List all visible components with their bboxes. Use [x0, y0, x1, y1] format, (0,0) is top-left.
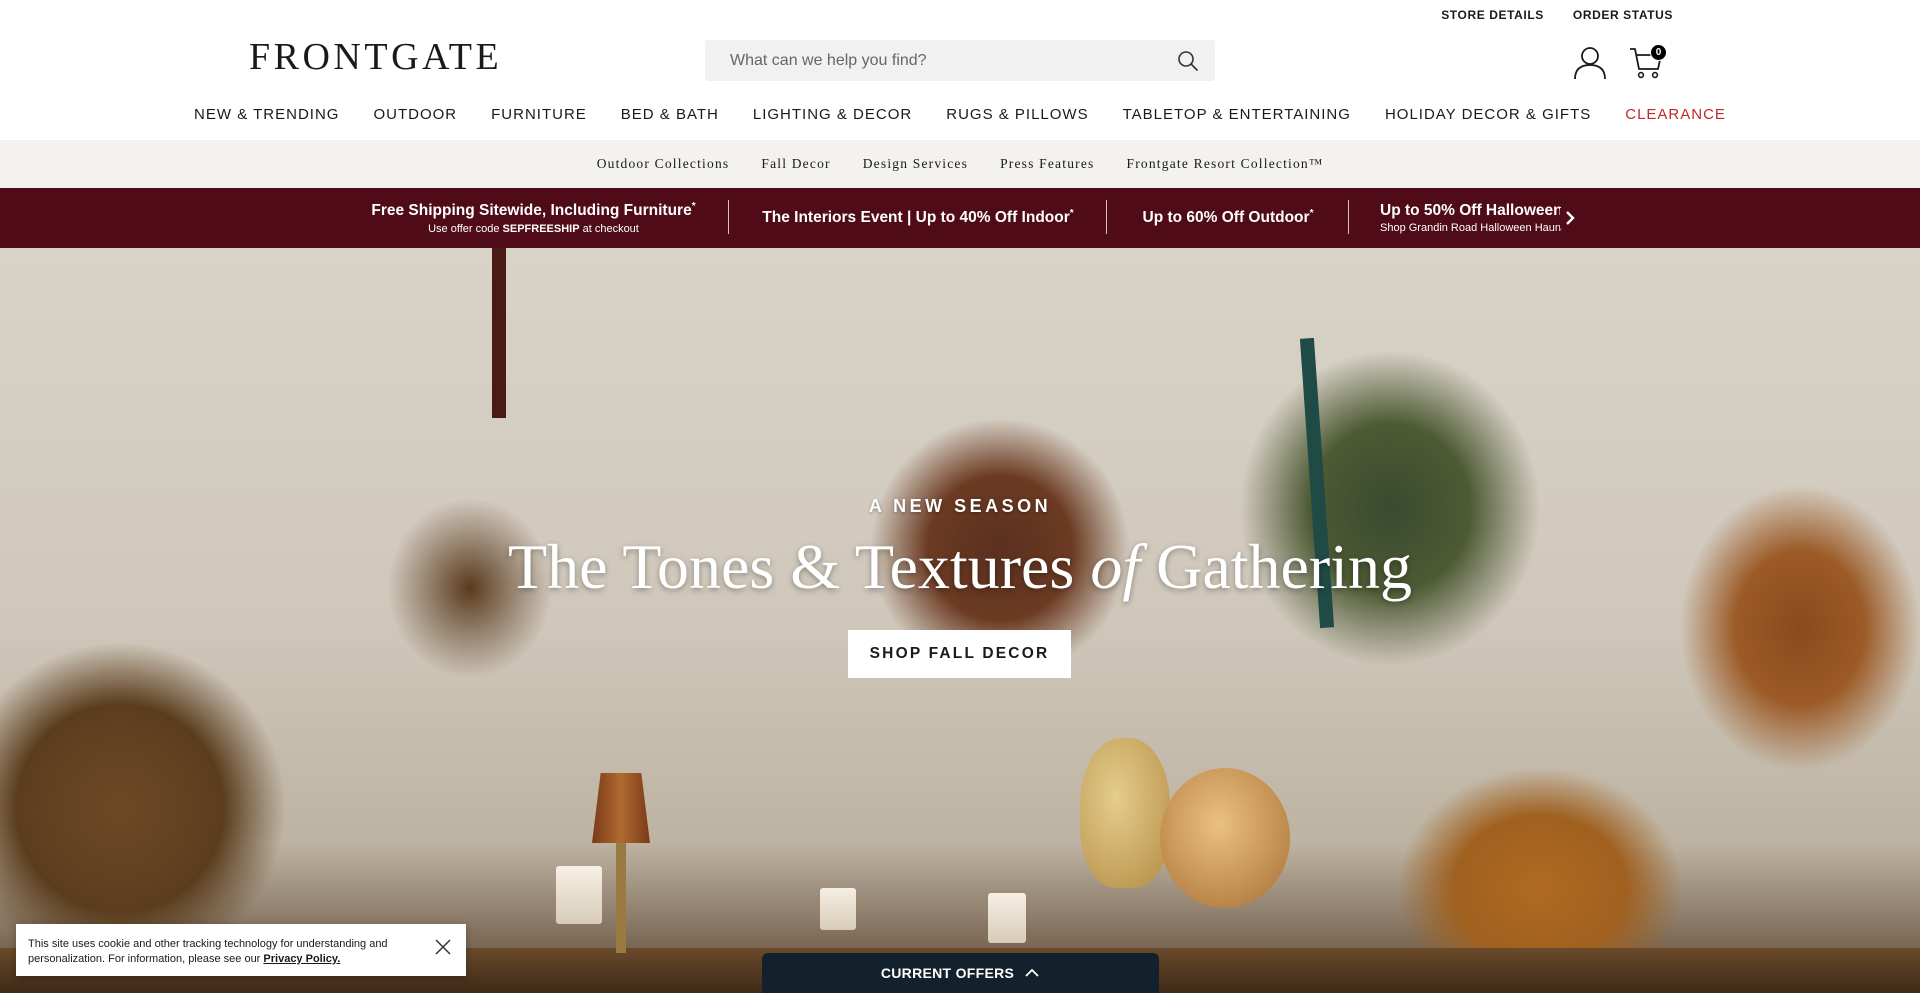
nav-rugs-pillows[interactable]: RUGS & PILLOWS — [929, 106, 1105, 123]
nav-bed-bath[interactable]: BED & BATH — [604, 106, 736, 123]
subnav-fall-decor[interactable]: Fall Decor — [761, 156, 830, 172]
hero-image-candle — [556, 866, 602, 924]
hero-image-candle — [988, 893, 1026, 943]
hero-image-ribbon — [492, 248, 506, 418]
hero-image-candle — [820, 888, 856, 930]
current-offers-tab[interactable]: CURRENT OFFERS — [762, 953, 1159, 993]
main-nav: NEW & TRENDING OUTDOOR FURNITURE BED & B… — [0, 106, 1920, 123]
subnav-resort-collection[interactable]: Frontgate Resort Collection™ — [1127, 156, 1324, 172]
promo-bar: Free Shipping Sitewide, Including Furnit… — [0, 188, 1920, 248]
search-input[interactable] — [730, 51, 1175, 70]
nav-tabletop-entertaining[interactable]: TABLETOP & ENTERTAINING — [1106, 106, 1368, 123]
promo-halloween-subtext: Shop Grandin Road Halloween Haunt — [1380, 222, 1562, 234]
hero-image-glass-pumpkin — [1080, 738, 1170, 888]
cookie-banner: This site uses cookie and other tracking… — [16, 924, 466, 976]
promo-free-shipping-subtext: Use offer code SEPFREESHIP at checkout — [428, 222, 639, 235]
promo-free-shipping-headline: Free Shipping Sitewide, Including Furnit… — [371, 201, 696, 220]
promo-interiors-event[interactable]: The Interiors Event | Up to 40% Off Indo… — [760, 188, 1076, 248]
account-icon[interactable] — [1572, 44, 1608, 80]
nav-holiday-decor-gifts[interactable]: HOLIDAY DECOR & GIFTS — [1368, 106, 1608, 123]
subnav-press-features[interactable]: Press Features — [1000, 156, 1094, 172]
promo-outdoor[interactable]: Up to 60% Off Outdoor* — [1138, 188, 1318, 248]
chevron-right-icon[interactable] — [1560, 208, 1580, 228]
search-icon[interactable] — [1175, 48, 1201, 74]
chevron-up-icon — [1024, 965, 1040, 981]
promo-divider — [728, 200, 729, 234]
promo-divider — [1106, 200, 1107, 234]
nav-new-trending[interactable]: NEW & TRENDING — [177, 106, 356, 123]
promo-halloween[interactable]: Up to 50% Off Halloween Shop Grandin Roa… — [1370, 188, 1562, 248]
hero-image-glass-pumpkin — [1160, 768, 1290, 908]
hero-image-lamp-stem — [616, 843, 626, 953]
search-bar — [705, 40, 1215, 81]
sub-nav: Outdoor Collections Fall Decor Design Se… — [0, 140, 1920, 188]
promo-outdoor-headline: Up to 60% Off Outdoor* — [1142, 208, 1314, 227]
promo-free-shipping[interactable]: Free Shipping Sitewide, Including Furnit… — [371, 188, 696, 248]
close-icon[interactable] — [432, 936, 454, 958]
nav-lighting-decor[interactable]: LIGHTING & DECOR — [736, 106, 929, 123]
hero-headline: The Tones & Textures of Gathering — [507, 531, 1413, 602]
promo-halloween-headline: Up to 50% Off Halloween — [1380, 202, 1562, 219]
shop-fall-decor-button[interactable]: SHOP FALL DECOR — [848, 630, 1071, 678]
subnav-design-services[interactable]: Design Services — [863, 156, 968, 172]
cart-count-badge: 0 — [1650, 44, 1667, 61]
utility-bar: STORE DETAILS ORDER STATUS — [1441, 8, 1673, 22]
frontgate-logo[interactable]: FRONTGATE — [249, 38, 502, 76]
promo-divider — [1348, 200, 1349, 234]
hero-eyebrow: A NEW SEASON — [868, 496, 1052, 516]
nav-clearance[interactable]: CLEARANCE — [1608, 106, 1743, 123]
nav-furniture[interactable]: FURNITURE — [474, 106, 604, 123]
subnav-outdoor-collections[interactable]: Outdoor Collections — [597, 156, 730, 172]
order-status-link[interactable]: ORDER STATUS — [1573, 8, 1673, 22]
hero-banner[interactable]: A NEW SEASON The Tones & Textures of Gat… — [0, 248, 1920, 993]
store-details-link[interactable]: STORE DETAILS — [1441, 8, 1544, 22]
hero-image-lamp — [592, 773, 650, 843]
nav-outdoor[interactable]: OUTDOOR — [356, 106, 474, 123]
privacy-policy-link[interactable]: Privacy Policy. — [263, 953, 340, 965]
promo-interiors-headline: The Interiors Event | Up to 40% Off Indo… — [762, 208, 1074, 227]
current-offers-label: CURRENT OFFERS — [880, 965, 1015, 981]
